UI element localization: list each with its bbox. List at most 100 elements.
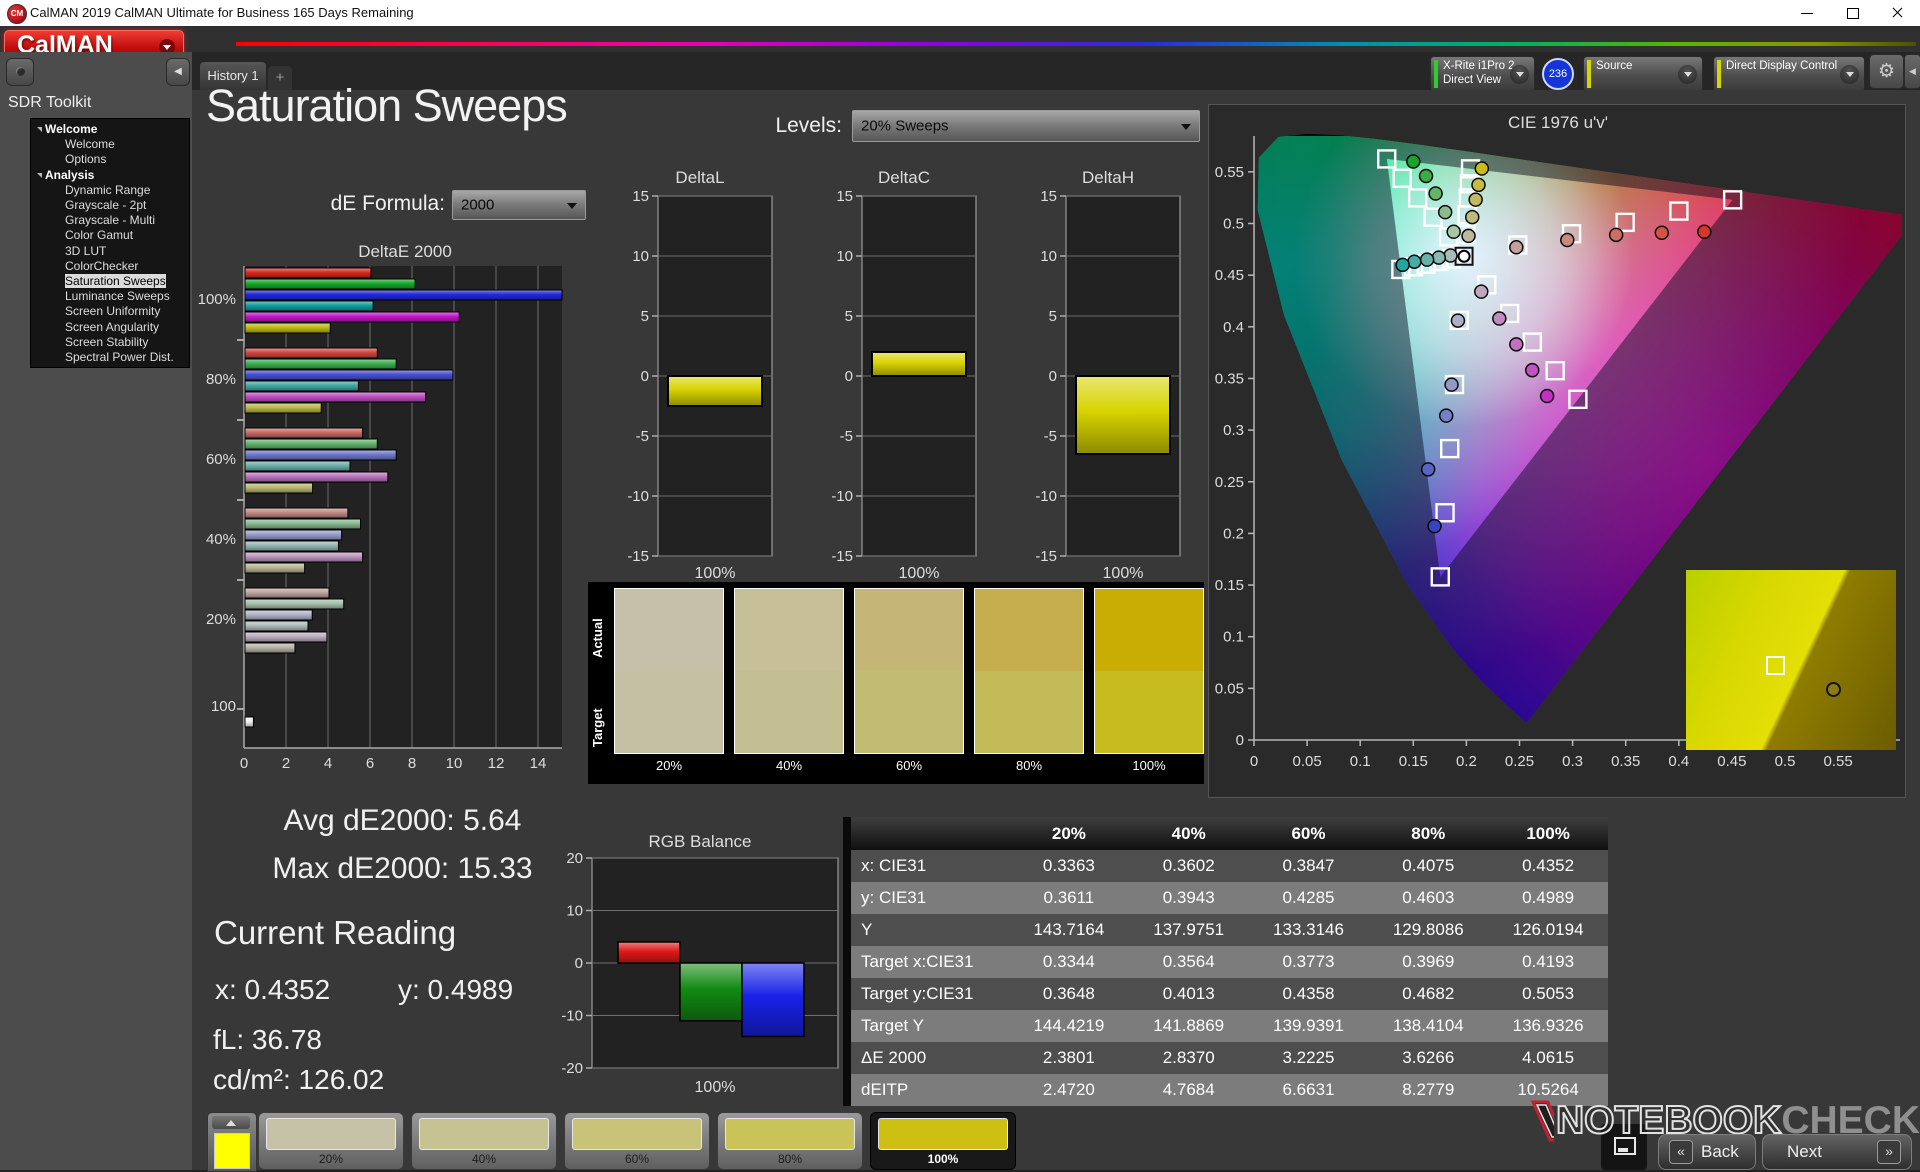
levels-value: 20% Sweeps [861, 117, 949, 135]
target-swatch [1095, 671, 1203, 753]
table-cell: 0.3344 [1042, 952, 1095, 971]
svg-text:10: 10 [1040, 248, 1057, 265]
minimize-button[interactable] [1785, 0, 1830, 26]
sidebar-item-dynamic-range[interactable]: Dynamic Range [31, 183, 189, 198]
next-button[interactable]: Next » [1762, 1134, 1912, 1170]
actual-swatch [735, 589, 843, 671]
patch-color [266, 1118, 396, 1150]
chevron-down-icon [1678, 65, 1697, 84]
patch-button-40%[interactable]: 40% [411, 1112, 557, 1170]
sidebar-item-label: Welcome [65, 137, 115, 152]
sidebar-item-analysis[interactable]: Analysis [31, 168, 189, 183]
maximize-button[interactable] [1830, 0, 1875, 26]
sidebar-item-saturation-sweeps[interactable]: Saturation Sweeps [31, 274, 189, 289]
deltac-chart: 15 10 5 0 -5 -10 -15 100% [831, 190, 977, 582]
table-cell: 0.4682 [1402, 984, 1455, 1003]
chevron-down-icon [1510, 65, 1529, 84]
svg-text:60%: 60% [206, 451, 236, 468]
sidebar-item-screen-stability[interactable]: Screen Stability [31, 335, 189, 350]
sidebar-item-label: Grayscale - Multi [65, 213, 156, 228]
svg-text:-5: -5 [636, 428, 649, 445]
levels-dropdown[interactable]: 20% Sweeps [852, 110, 1200, 142]
sidebar-item-label: Screen Uniformity [65, 304, 161, 319]
sidebar-item-grayscale-multi[interactable]: Grayscale - Multi [31, 213, 189, 228]
sidebar-item-color-gamut[interactable]: Color Gamut [31, 228, 189, 243]
actual-swatch [1095, 589, 1203, 671]
table-cell: 3.2225 [1282, 1048, 1335, 1067]
patch-button-100%[interactable]: 100% [870, 1112, 1016, 1170]
sidebar-item-label: 3D LUT [65, 243, 107, 258]
table-row-label: Y [861, 920, 873, 939]
sidebar-item-label: Options [65, 152, 107, 167]
compare-swatch-60% [854, 588, 964, 754]
table-cell: 0.4013 [1162, 984, 1215, 1003]
table-cell: 0.4075 [1402, 856, 1455, 875]
settings-button[interactable]: ⚙ [1869, 54, 1904, 89]
patch-label: 20% [318, 1152, 344, 1166]
table-row: Target y:CIE31 0.3648 0.4013 0.4358 0.4682 0.… [851, 978, 1608, 1010]
sidebar-item-label: Color Gamut [65, 228, 134, 243]
svg-text:-10: -10 [831, 488, 853, 505]
svg-text:80%: 80% [206, 371, 236, 388]
sidebar-item-spectral-power-dist-[interactable]: Spectral Power Dist. [31, 350, 189, 365]
sidebar-title: SDR Toolkit [8, 94, 92, 111]
table-row: ΔE 2000 2.3801 2.8370 3.2225 3.6266 4.0615 [851, 1042, 1608, 1074]
svg-text:0: 0 [641, 368, 649, 385]
svg-text:0.5: 0.5 [1775, 753, 1796, 770]
svg-text:100%: 100% [695, 1079, 736, 1096]
sidebar-item-screen-angularity[interactable]: Screen Angularity [31, 320, 189, 335]
formula-label: dE Formula: [330, 192, 445, 215]
back-button[interactable]: « Back [1658, 1134, 1756, 1170]
sidebar-item-welcome[interactable]: Welcome [31, 122, 189, 137]
table-cell: 139.9391 [1273, 1016, 1344, 1035]
meter-status-bar [1434, 60, 1438, 88]
swatch-compare-panel: Actual Target 20% 40% 60% 80% 100% [588, 582, 1204, 784]
page-title: Saturation Sweeps [206, 80, 568, 131]
svg-text:0.5: 0.5 [1223, 216, 1244, 233]
deltac-chart-title: DeltaC [878, 168, 930, 187]
table-column-header: 40% [1171, 823, 1206, 843]
table-cell: 143.7164 [1033, 920, 1105, 939]
table-cell: 0.3773 [1282, 952, 1335, 971]
sidebar-item-options[interactable]: Options [31, 152, 189, 167]
table-cell: 2.4720 [1042, 1080, 1095, 1099]
source-dropdown[interactable]: Source [1583, 56, 1703, 92]
table-cell: 0.3943 [1162, 888, 1215, 907]
compare-swatch-label: 100% [1132, 758, 1166, 773]
close-button[interactable] [1875, 0, 1920, 26]
workflow-options-button[interactable] [6, 58, 34, 86]
svg-text:0.4: 0.4 [1668, 753, 1689, 770]
sidebar-item-grayscale-2pt[interactable]: Grayscale - 2pt [31, 198, 189, 213]
sidebar-collapse-button[interactable]: ◀ [166, 58, 190, 86]
svg-text:4: 4 [324, 755, 332, 772]
patch-button-20%[interactable]: 20% [258, 1112, 404, 1170]
table-cell: 0.5053 [1522, 984, 1575, 1003]
sidebar-item-label: Analysis [45, 167, 95, 182]
table-cell: 133.3146 [1273, 920, 1344, 939]
panel-collapse-button[interactable]: ◀ [1904, 54, 1920, 89]
svg-text:0: 0 [1049, 368, 1057, 385]
display-control-dropdown[interactable]: Direct Display Control [1713, 56, 1865, 92]
table-cell: 0.3648 [1042, 984, 1095, 1003]
formula-dropdown[interactable]: 2000 [452, 190, 586, 220]
patch-button-80%[interactable]: 80% [717, 1112, 863, 1170]
table-cell: 0.3602 [1162, 856, 1215, 875]
table-cell: 0.4285 [1282, 888, 1335, 907]
sidebar-item-screen-uniformity[interactable]: Screen Uniformity [31, 304, 189, 319]
deltae-chart-title: DeltaE 2000 [358, 242, 452, 261]
sidebar-item-colorchecker[interactable]: ColorChecker [31, 259, 189, 274]
svg-text:-10: -10 [1035, 488, 1057, 505]
table-column-header: 80% [1411, 823, 1446, 843]
dot-icon [15, 67, 25, 76]
patch-button-60%[interactable]: 60% [564, 1112, 710, 1170]
sidebar-item-welcome[interactable]: Welcome [31, 137, 189, 152]
table-cell: 8.2779 [1402, 1080, 1455, 1099]
meter-dropdown[interactable]: X-Rite i1Pro 2 Direct View [1430, 56, 1535, 92]
sidebar-item-3d-lut[interactable]: 3D LUT [31, 244, 189, 259]
meter-name: X-Rite i1Pro 2 [1443, 60, 1515, 72]
actual-label: Actual [590, 618, 605, 658]
sidebar-item-luminance-sweeps[interactable]: Luminance Sweeps [31, 289, 189, 304]
table-cell: 0.4193 [1522, 952, 1575, 971]
max-de2000: Max dE2000: 15.33 [272, 852, 533, 885]
expand-up-button[interactable] [212, 1116, 250, 1129]
